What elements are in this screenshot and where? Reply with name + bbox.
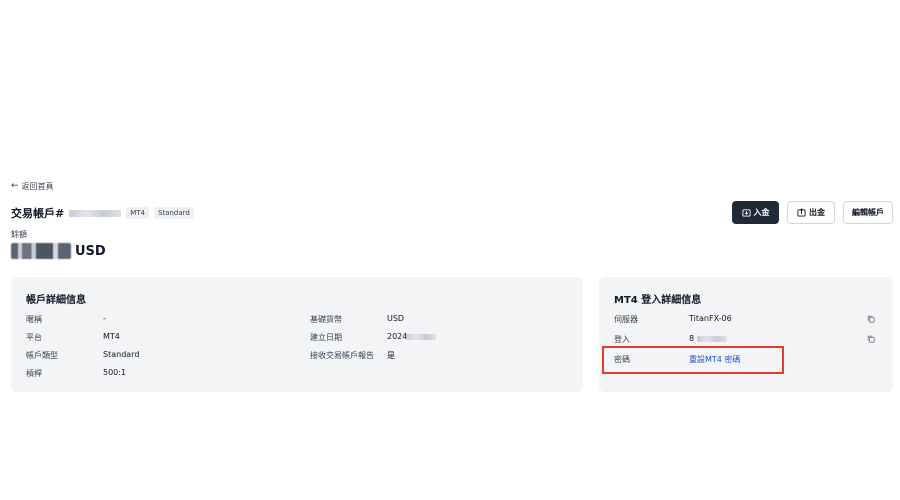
back-link-label: 返回首頁 bbox=[21, 182, 54, 191]
account-type-value: Standard bbox=[103, 350, 140, 359]
page-title: 交易帳戶# bbox=[11, 207, 65, 220]
withdraw-label: 出金 bbox=[809, 208, 825, 217]
account-details-card: 帳戶詳細信息 暱稱 - 平台 MT4 帳戶類型 Standard 槓桿 500:… bbox=[11, 277, 583, 392]
server-value: TitanFX-06 bbox=[689, 314, 732, 323]
platform-label: 平台 bbox=[26, 333, 42, 342]
deposit-icon bbox=[741, 209, 751, 217]
mt4-login-details-card: MT4 登入詳細信息 伺服器 TitanFX-06 登入 8 密碼 重設MT4 … bbox=[599, 277, 893, 392]
mt4-details-title: MT4 登入詳細信息 bbox=[614, 295, 702, 306]
arrow-left-icon: ← bbox=[11, 181, 19, 191]
login-number-redacted bbox=[697, 336, 727, 342]
trade-report-value: 是 bbox=[387, 351, 395, 360]
leverage-label: 槓桿 bbox=[26, 369, 42, 378]
created-date-label: 建立日期 bbox=[310, 333, 342, 342]
platform-tag: MT4 bbox=[126, 207, 149, 219]
created-date-value: 2024 bbox=[387, 332, 408, 341]
balance-label: 餘額 bbox=[11, 230, 27, 239]
copy-login-icon[interactable] bbox=[867, 335, 875, 343]
account-number-redacted bbox=[69, 209, 122, 217]
nickname-value: - bbox=[103, 314, 106, 323]
back-to-home-link[interactable]: ← 返回首頁 bbox=[11, 181, 54, 192]
copy-server-icon[interactable] bbox=[867, 315, 875, 323]
edit-account-button[interactable]: 編輯帳戶 bbox=[843, 201, 893, 224]
account-type-tag: Standard bbox=[154, 207, 194, 219]
edit-account-label: 編輯帳戶 bbox=[852, 208, 884, 217]
created-date-redacted bbox=[406, 334, 436, 340]
highlight-annotation-box bbox=[602, 346, 784, 374]
deposit-button[interactable]: 入金 bbox=[732, 201, 779, 224]
server-label: 伺服器 bbox=[614, 315, 638, 324]
leverage-value: 500:1 bbox=[103, 368, 127, 377]
page-header: 交易帳戶# MT4 Standard bbox=[11, 205, 194, 221]
balance-amount-redacted bbox=[11, 243, 71, 259]
balance-display: USD bbox=[11, 243, 106, 259]
account-type-label: 帳戶類型 bbox=[26, 351, 58, 360]
base-currency-label: 基礎貨幣 bbox=[310, 315, 342, 324]
withdraw-icon bbox=[797, 208, 806, 217]
trade-report-label: 接收交易帳戶報告 bbox=[310, 351, 374, 360]
withdraw-button[interactable]: 出金 bbox=[787, 201, 835, 224]
balance-currency: USD bbox=[75, 243, 106, 259]
account-details-title: 帳戶詳細信息 bbox=[26, 295, 86, 306]
login-label: 登入 bbox=[614, 335, 630, 344]
login-value: 8 bbox=[689, 334, 695, 343]
platform-value: MT4 bbox=[103, 332, 120, 341]
deposit-label: 入金 bbox=[753, 208, 770, 217]
nickname-label: 暱稱 bbox=[26, 315, 42, 324]
base-currency-value: USD bbox=[387, 314, 405, 323]
